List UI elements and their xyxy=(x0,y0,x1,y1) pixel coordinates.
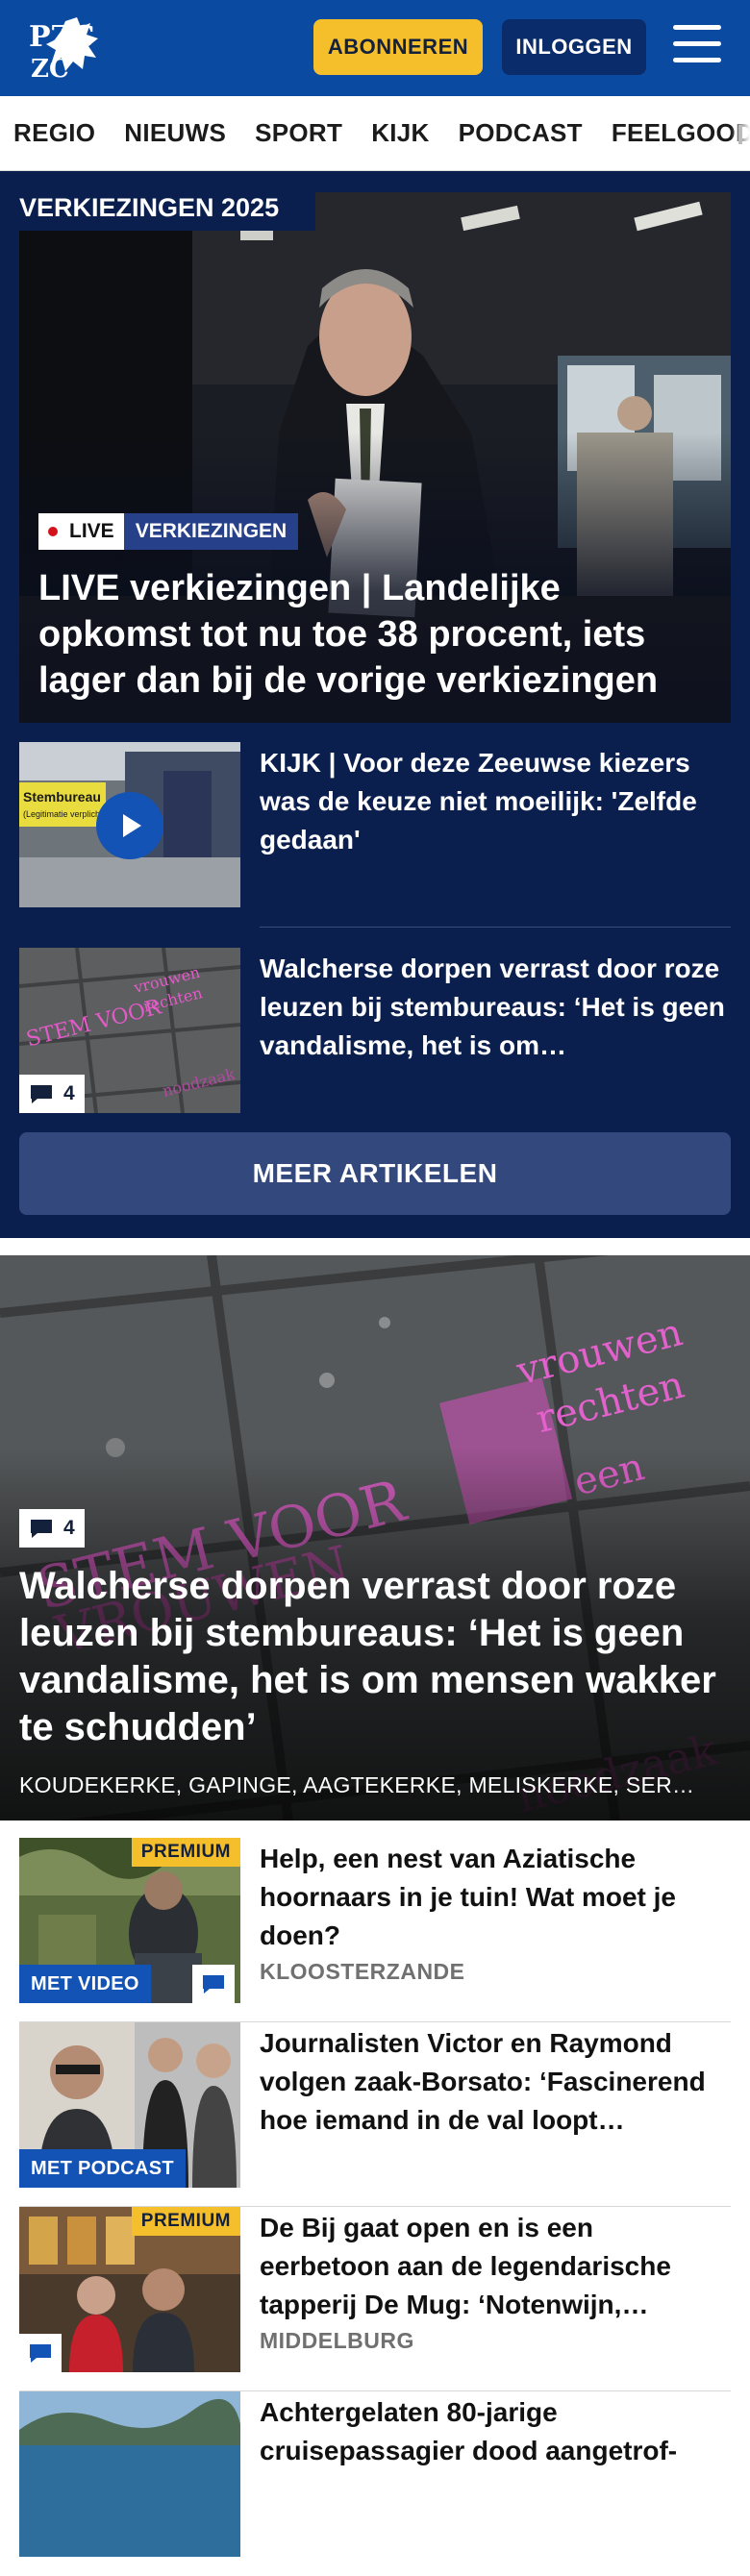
media-label: MET VIDEO xyxy=(19,1965,151,2003)
comment-count-badge[interactable]: 4 xyxy=(19,1509,85,1548)
nav-item-feelgood[interactable]: FEELGOOD xyxy=(612,118,750,148)
list-item[interactable]: Achtergelaten 80-jarige cruisepassagier … xyxy=(19,2391,731,2576)
elections-list-item[interactable]: STEM VOOR vrouwen rechten noodzaak 4 Wal… xyxy=(19,948,731,1113)
comment-icon xyxy=(31,1520,52,1538)
featured-article[interactable]: vrouwen rechten een STEM VOOR VROUWEN no… xyxy=(0,1255,750,1821)
subscribe-button[interactable]: ABONNEREN xyxy=(313,19,483,75)
nav-item-sport[interactable]: SPORT xyxy=(255,118,342,148)
divider xyxy=(260,927,731,928)
list-item[interactable]: MET PODCAST Journalisten Victor en Raymo… xyxy=(19,2022,731,2207)
elections-list-item[interactable]: Stembureau (Legitimatie verplicht) KIJK … xyxy=(19,742,731,907)
live-badge: LIVE VERKIEZINGEN xyxy=(38,513,299,550)
article-thumbnail: MET PODCAST xyxy=(19,2022,240,2188)
elections-section: LIVE VERKIEZINGEN LIVE verkiezingen | La… xyxy=(0,171,750,1238)
section-nav: REGIO NIEUWS SPORT KIJK PODCAST FEELGOOD xyxy=(0,96,750,171)
comment-icon[interactable] xyxy=(19,2334,62,2372)
hero-article[interactable]: LIVE VERKIEZINGEN LIVE verkiezingen | La… xyxy=(19,192,731,723)
svg-text:ZC: ZC xyxy=(31,55,69,83)
premium-badge: PREMIUM xyxy=(131,2207,240,2236)
media-label: MET PODCAST xyxy=(19,2149,186,2188)
article-thumbnail xyxy=(19,2391,240,2557)
featured-locations: KOUDEKERKE, GAPINGE, AAGTEKERKE, MELISKE… xyxy=(19,1772,695,1797)
comment-count-badge[interactable]: 4 xyxy=(19,1075,85,1113)
list-item[interactable]: PREMIUM MET VIDEO Help, een nest van Azi… xyxy=(19,1838,731,2022)
article-title[interactable]: Journalisten Victor en Raymond volgen za… xyxy=(260,2024,731,2140)
article-title[interactable]: Achtergelaten 80-jarige cruisepassagier … xyxy=(260,2393,731,2470)
more-articles-button[interactable]: MEER ARTIKELEN xyxy=(19,1132,731,1215)
play-icon[interactable] xyxy=(96,792,163,859)
list-item[interactable]: PREMIUM De Bij gaat open en is een eerbe… xyxy=(19,2207,731,2391)
comment-icon xyxy=(31,1085,52,1103)
nav-overflow-hint xyxy=(738,125,742,144)
article-thumbnail: PREMIUM xyxy=(19,2207,240,2372)
hamburger-icon[interactable] xyxy=(673,25,723,69)
svg-text:(Legitimatie verplicht): (Legitimatie verplicht) xyxy=(23,809,106,819)
article-thumbnail: Stembureau (Legitimatie verplicht) xyxy=(19,742,240,907)
premium-badge: PREMIUM xyxy=(131,1838,240,1867)
pzc-logo[interactable]: PZC ZC xyxy=(27,13,108,83)
comment-icon[interactable] xyxy=(192,1965,235,2003)
hero-title[interactable]: LIVE verkiezingen | Landelijke opkomst t… xyxy=(38,565,712,704)
nav-item-regio[interactable]: REGIO xyxy=(13,118,95,148)
article-title[interactable]: KIJK | Voor deze Zeeuwse kiezers was de … xyxy=(260,744,731,859)
live-dot-icon xyxy=(48,527,58,536)
category-label: VERKIEZINGEN xyxy=(123,513,299,550)
login-button[interactable]: INLOGGEN xyxy=(502,19,646,75)
article-title[interactable]: Help, een nest van Aziatische hoornaars … xyxy=(260,1840,731,1955)
nav-item-kijk[interactable]: KIJK xyxy=(371,118,429,148)
nav-item-nieuws[interactable]: NIEUWS xyxy=(124,118,226,148)
svg-text:Stembureau: Stembureau xyxy=(23,789,101,805)
featured-title[interactable]: Walcherse dorpen verrast door roze leuze… xyxy=(19,1563,731,1751)
top-header: PZC ZC ABONNEREN INLOGGEN xyxy=(0,0,750,96)
article-location: MIDDELBURG xyxy=(260,2328,414,2353)
article-thumbnail: STEM VOOR vrouwen rechten noodzaak 4 xyxy=(19,948,240,1113)
nav-item-podcast[interactable]: PODCAST xyxy=(459,118,583,148)
article-title[interactable]: De Bij gaat open en is een eerbetoon aan… xyxy=(260,2209,731,2324)
live-label: LIVE xyxy=(38,513,124,550)
section-label: VERKIEZINGEN 2025 xyxy=(19,185,315,231)
article-location: KLOOSTERZANDE xyxy=(260,1959,465,1984)
article-thumbnail: PREMIUM MET VIDEO xyxy=(19,1838,240,2003)
article-title[interactable]: Walcherse dorpen verrast door roze leuze… xyxy=(260,950,731,1065)
